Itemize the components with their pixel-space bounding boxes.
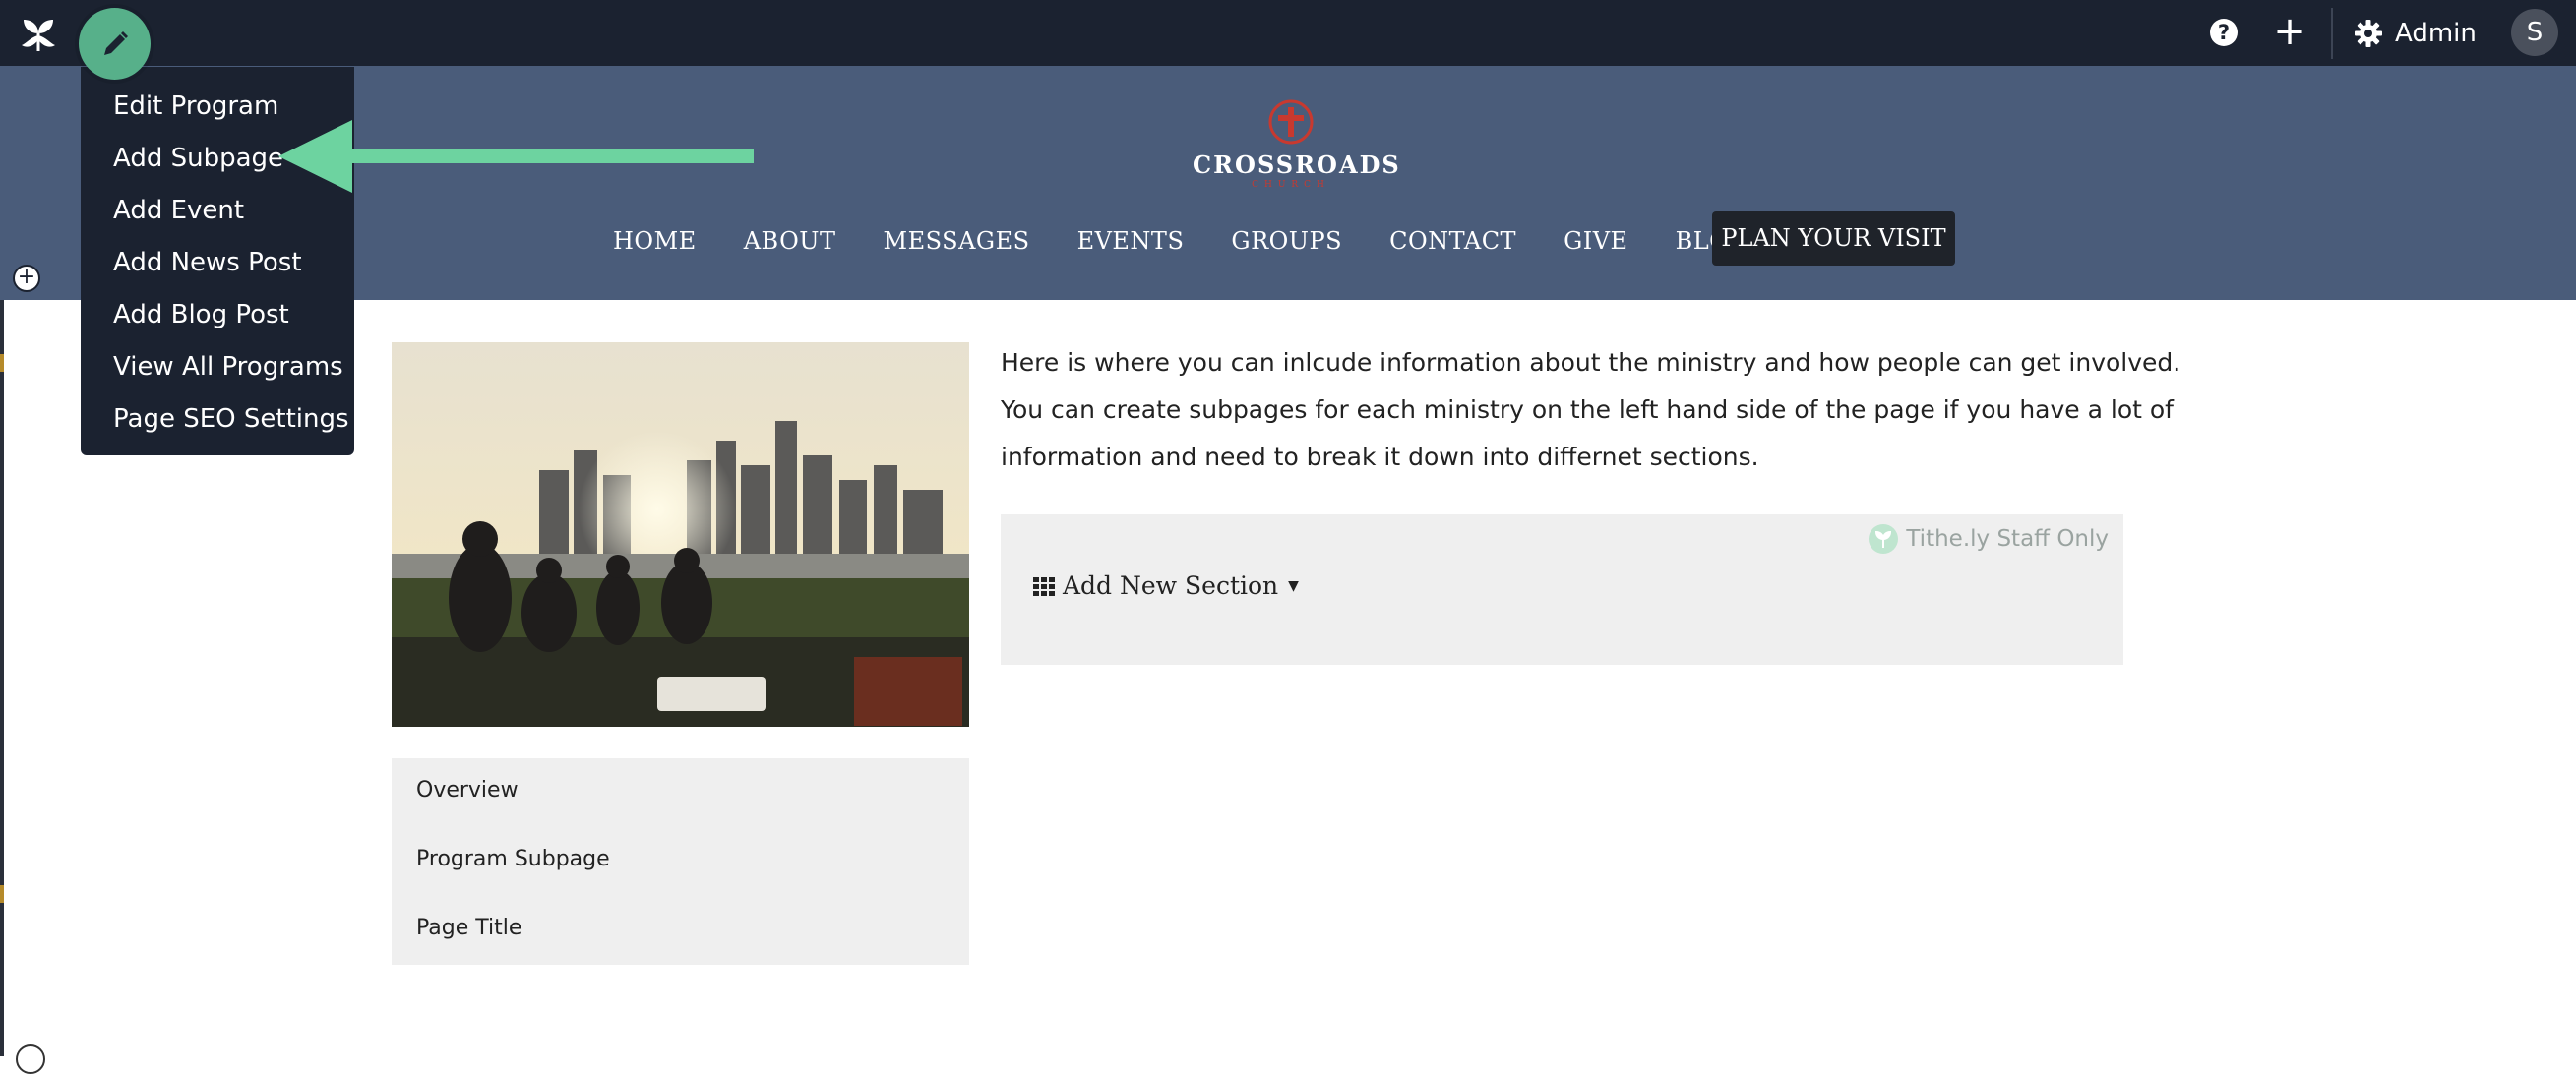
admin-label: Admin — [2395, 19, 2477, 48]
add-new-section-button[interactable]: Add New Section ▼ — [1033, 571, 1299, 600]
nav-give[interactable]: GIVE — [1564, 227, 1628, 255]
edit-button[interactable] — [79, 8, 151, 80]
nav-contact[interactable]: CONTACT — [1389, 227, 1516, 255]
nav-events[interactable]: EVENTS — [1077, 227, 1185, 255]
nav-about[interactable]: ABOUT — [744, 227, 836, 255]
divider — [2331, 8, 2333, 59]
staff-only-badge: Tithe.ly Staff Only — [1869, 524, 2109, 554]
subpage-nav: Overview Program Subpage Page Title — [392, 758, 969, 965]
subnav-overview[interactable]: Overview — [416, 778, 519, 803]
caret-down-icon: ▼ — [1288, 577, 1299, 594]
edge-decoration — [0, 885, 4, 903]
avatar[interactable]: S — [2511, 9, 2558, 56]
nav-groups[interactable]: GROUPS — [1231, 227, 1342, 255]
logo-subtitle: CHURCH — [1252, 180, 1330, 190]
staff-leaf-icon — [1869, 524, 1899, 554]
grid-icon — [1033, 576, 1055, 596]
add-section-plus-icon[interactable] — [16, 1044, 45, 1074]
annotation-arrow — [278, 120, 754, 193]
menu-page-seo-settings[interactable]: Page SEO Settings — [81, 399, 354, 451]
church-logo[interactable]: CROSSROADS CHURCH — [1193, 97, 1401, 192]
pencil-icon — [104, 31, 128, 55]
add-content-button[interactable]: + — [2268, 10, 2311, 53]
plan-your-visit-button[interactable]: PLAN YOUR VISIT — [1712, 211, 1955, 266]
nav-messages[interactable]: MESSAGES — [884, 227, 1030, 255]
nav-home[interactable]: HOME — [613, 227, 697, 255]
gear-icon — [2355, 20, 2382, 47]
admin-bar: ? + Admin S — [0, 0, 2576, 66]
main-nav: HOME ABOUT MESSAGES EVENTS GROUPS CONTAC… — [0, 211, 2469, 270]
menu-view-all-programs[interactable]: View All Programs — [81, 347, 354, 399]
logo-name: CROSSROADS — [1193, 150, 1401, 179]
menu-add-news-post[interactable]: Add News Post — [81, 243, 354, 295]
edge-decoration — [0, 354, 4, 372]
staff-only-label: Tithe.ly Staff Only — [1906, 526, 2109, 552]
cross-logo-icon — [1268, 99, 1314, 145]
admin-menu-button[interactable]: Admin — [2354, 14, 2477, 53]
subnav-program-subpage[interactable]: Program Subpage — [416, 847, 610, 871]
menu-add-blog-post[interactable]: Add Blog Post — [81, 295, 354, 347]
leaf-sprout-icon[interactable] — [18, 14, 59, 53]
subnav-page-title[interactable]: Page Title — [416, 916, 521, 940]
ministry-photo — [392, 342, 969, 727]
add-section-panel: Tithe.ly Staff Only Add New Section ▼ — [1001, 514, 2123, 665]
ministry-description: Here is where you can inlcude informatio… — [1001, 348, 2181, 471]
add-section-plus-icon[interactable]: + — [13, 265, 40, 292]
add-new-section-label: Add New Section — [1063, 571, 1279, 600]
help-icon[interactable]: ? — [2210, 19, 2238, 46]
